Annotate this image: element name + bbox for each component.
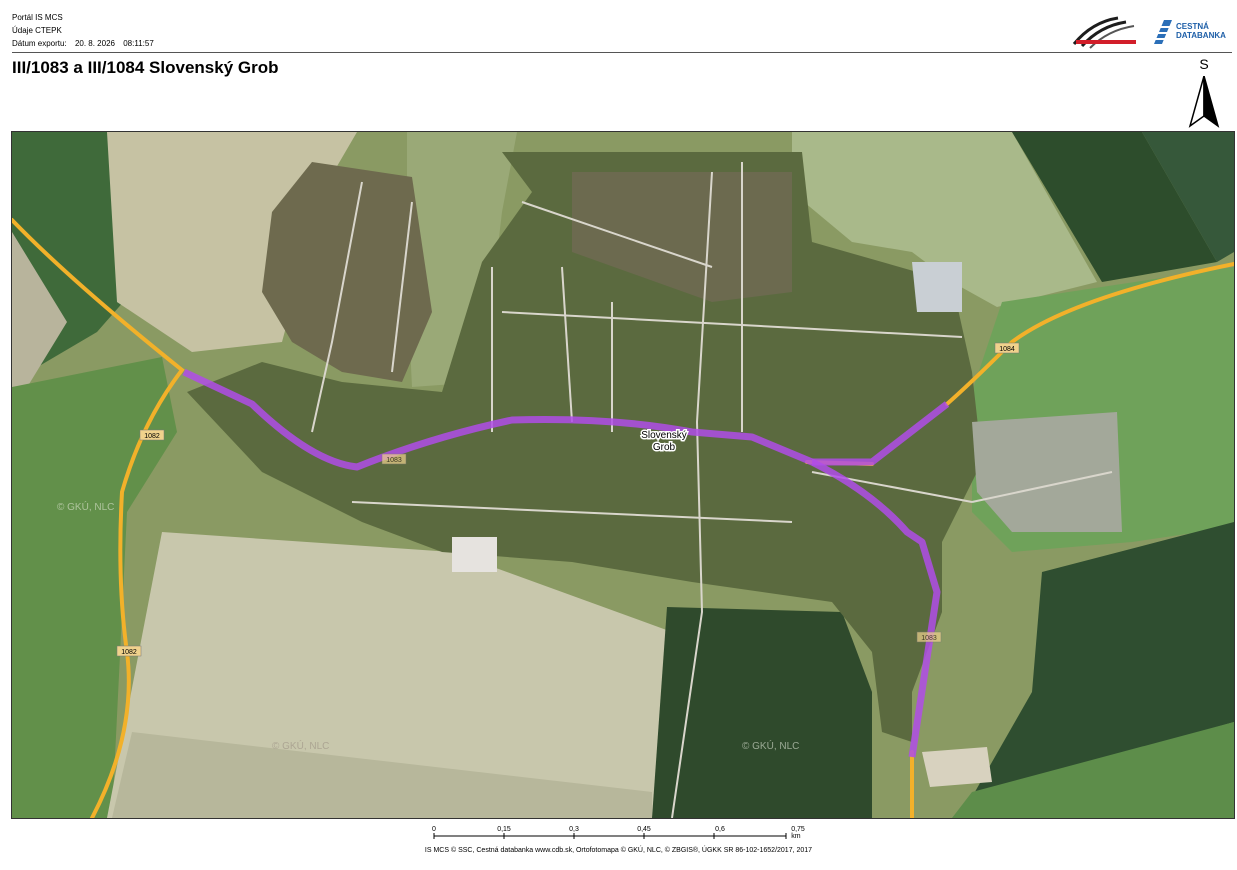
export-label: Dátum exportu: [12,39,67,48]
watermark-right: © GKÚ, NLC [742,739,799,752]
north-arrow-icon [1188,76,1220,128]
portal-name: Portál IS MCS [12,13,63,22]
building-ne [912,262,962,312]
export-time: 08:11:57 [123,39,154,48]
orthophoto-map[interactable]: 1082 1082 1084 1083 1083 Slovenský Grob … [11,131,1235,819]
town-label-line2: Grob [653,442,676,453]
shield-1084-text: 1084 [999,346,1015,353]
logo-line-1: CESTNÁ [1176,22,1209,31]
scale-tick-2: 0,3 [569,826,579,833]
shield-1083-b-text: 1083 [921,635,937,642]
scale-tick-5: 0,75 km [791,826,805,840]
cestna-databanka-logo: CESTNÁ DATABANKA [1152,18,1232,48]
scale-tick-3: 0,45 [637,826,651,833]
scale-tick-1: 0,15 [497,826,511,833]
shield-1083-a-text: 1083 [386,457,402,464]
field-south-dark [652,607,872,818]
page-title: III/1083 a III/1084 Slovenský Grob [12,58,279,77]
shield-1082-b-text: 1082 [121,649,137,656]
header-divider [12,52,1232,53]
map-credits: IS MCS © SSC, Cestná databanka www.cdb.s… [424,847,813,854]
watermark-left: © GKÚ, NLC [57,500,114,513]
logo-line-2: DATABANKA [1176,31,1226,40]
export-date: 20. 8. 2026 [74,39,115,48]
watermark-bottom: © GKÚ, NLC [272,739,329,752]
data-source: Údaje CTEPK [12,26,62,35]
scale-bar: 0 0,15 0,3 0,45 0,6 0,75 km [430,826,810,840]
field-small-lot [922,747,992,787]
scale-tick-4: 0,6 [715,826,725,833]
scale-tick-0: 0 [432,826,436,833]
ssc-logo [1070,14,1140,52]
north-label: S [1199,56,1209,72]
north-arrow: S [1186,56,1222,128]
building-block [452,537,497,572]
export-metadata: Portál IS MCS Údaje CTEPK Dátum exportu:… [12,11,154,50]
town-label-line1: Slovenský [641,430,687,441]
shield-1082-a-text: 1082 [144,433,160,440]
